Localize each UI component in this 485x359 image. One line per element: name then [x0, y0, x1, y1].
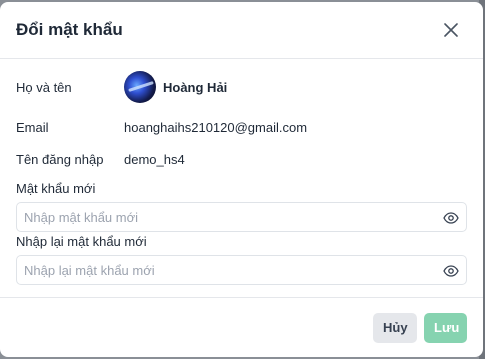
new-password-label: Mật khẩu mới — [16, 181, 96, 196]
name-row: Họ và tên Hoàng Hải — [16, 59, 467, 115]
confirm-password-label: Nhập lại mật khẩu mới — [16, 234, 147, 249]
username-label: Tên đăng nhập — [16, 151, 104, 167]
name-label: Họ và tên — [16, 79, 72, 95]
email-row: Email hoanghaihs210120@gmail.com — [16, 117, 467, 137]
username-value: demo_hs4 — [124, 151, 185, 167]
name-value: Hoàng Hải — [163, 79, 228, 95]
dialog-title: Đổi mật khẩu — [16, 20, 123, 39]
change-password-dialog: Đổi mật khẩu Họ và tên Hoàng Hải Email h… — [0, 2, 483, 357]
close-icon — [444, 23, 458, 37]
close-button[interactable] — [441, 20, 461, 40]
email-label: Email — [16, 119, 49, 135]
new-password-field — [16, 202, 467, 232]
eye-icon — [443, 265, 459, 277]
toggle-new-password-visibility[interactable] — [442, 209, 460, 227]
dialog-header: Đổi mật khẩu — [0, 2, 483, 59]
username-row: Tên đăng nhập demo_hs4 — [16, 149, 467, 169]
dialog-footer: Hủy Lưu — [0, 297, 483, 357]
new-password-input[interactable] — [24, 209, 430, 225]
confirm-password-field — [16, 255, 467, 285]
confirm-password-input[interactable] — [24, 262, 430, 278]
save-button[interactable]: Lưu — [424, 312, 467, 343]
eye-icon — [443, 212, 459, 224]
email-value: hoanghaihs210120@gmail.com — [124, 119, 308, 135]
cancel-button[interactable]: Hủy — [373, 312, 417, 343]
toggle-confirm-password-visibility[interactable] — [442, 262, 460, 280]
avatar — [124, 71, 156, 103]
dialog-body: Họ và tên Hoàng Hải Email hoanghaihs2101… — [0, 59, 483, 285]
